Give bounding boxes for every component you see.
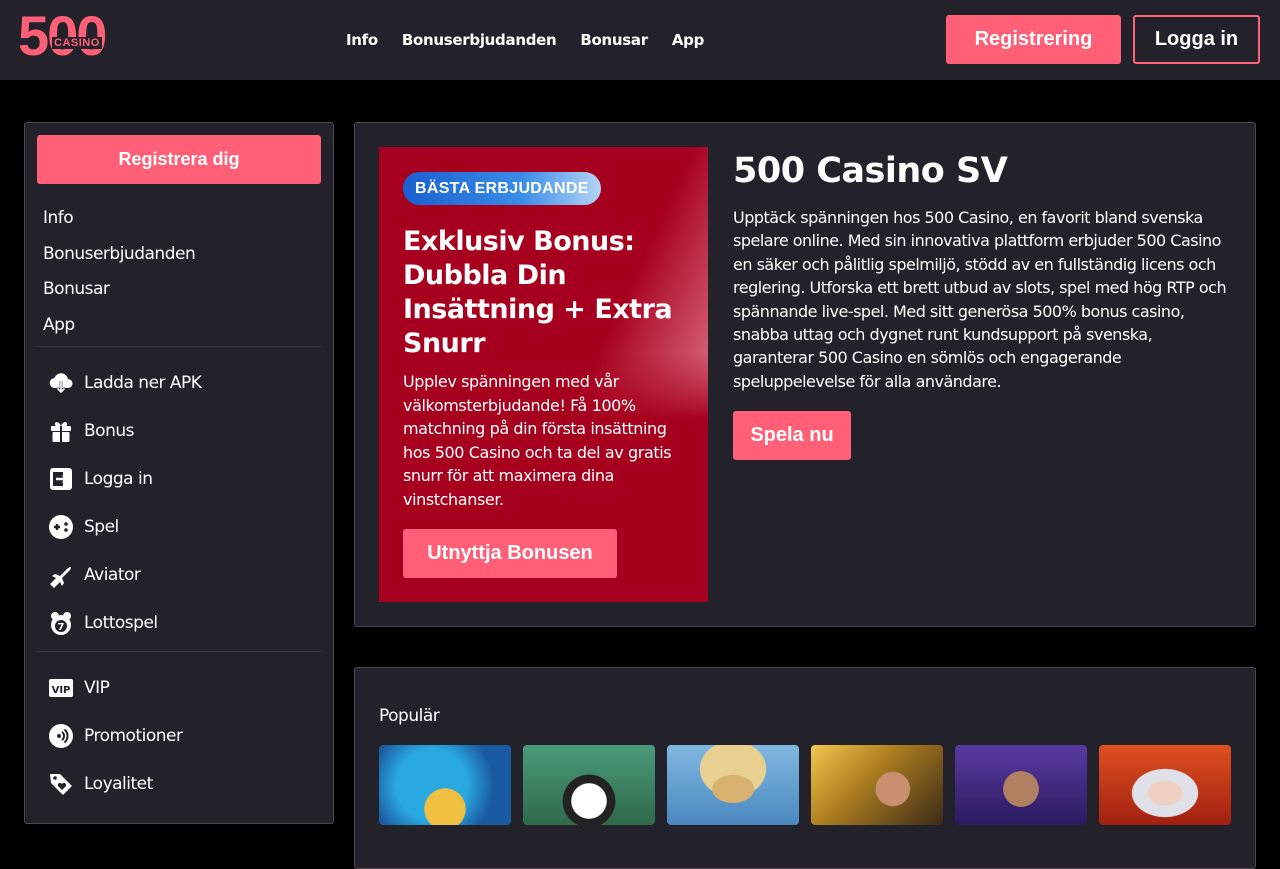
sidebar-link-bonusar[interactable]: Bonusar <box>43 278 195 314</box>
gift-icon <box>47 417 75 445</box>
loyalty-tag-icon <box>47 770 75 798</box>
game-thumbnails <box>379 745 1231 825</box>
promo-title: Exklusiv Bonus: Dubbla Din Insättning + … <box>403 226 673 359</box>
page-title: 500 Casino SV <box>733 151 1008 191</box>
menu-label: Lottospel <box>84 613 158 633</box>
nav-link-app[interactable]: App <box>672 31 704 49</box>
section-title: Populär <box>379 706 440 726</box>
promo-description: Upplev spänningen med vår välkomsterbjud… <box>403 372 672 509</box>
game-thumbnail[interactable] <box>667 745 799 825</box>
menu-label: Loyalitet <box>84 774 153 794</box>
menu-label: VIP <box>84 678 110 698</box>
sidebar-item-loyalitet[interactable]: Loyalitet <box>47 760 182 808</box>
login-icon <box>47 465 75 493</box>
login-button[interactable]: Logga in <box>1133 15 1260 64</box>
hero-description: Upptäck spänningen hos 500 Casino, en fa… <box>733 208 1227 391</box>
register-button[interactable]: Registrering <box>946 15 1121 64</box>
vip-icon: VIP <box>47 674 75 702</box>
nav-link-bonuserbjudanden[interactable]: Bonuserbjudanden <box>402 31 557 49</box>
game-thumbnail[interactable] <box>811 745 943 825</box>
sidebar-register-button[interactable]: Registrera dig <box>37 135 321 184</box>
sidebar-item-promotioner[interactable]: Promotioner <box>47 712 183 760</box>
casino-logo[interactable]: 500 CASINO <box>18 6 107 68</box>
menu-label: Promotioner <box>84 726 183 746</box>
popular-section: Populär <box>354 667 1256 869</box>
menu-label: Ladda ner APK <box>84 373 202 393</box>
sidebar: Registrera dig Info Bonuserbjudanden Bon… <box>24 122 334 824</box>
nav-link-info[interactable]: Info <box>346 31 378 49</box>
promo-card: BÄSTA ERBJUDANDE Exklusiv Bonus: Dubbla … <box>379 147 708 602</box>
sidebar-link-bonuserbjudanden[interactable]: Bonuserbjudanden <box>43 243 196 279</box>
promotion-icon <box>47 722 75 750</box>
sidebar-item-vip[interactable]: VIP VIP <box>47 664 182 712</box>
game-thumbnail[interactable] <box>1099 745 1231 825</box>
svg-text:VIP: VIP <box>52 685 71 696</box>
sidebar-menu: Ladda ner APK Bonus Logga in Spel Aviato… <box>47 359 202 647</box>
game-thumbnail[interactable] <box>955 745 1087 825</box>
game-thumbnail[interactable] <box>523 745 655 825</box>
sidebar-link-info[interactable]: Info <box>43 207 195 243</box>
top-nav: Info Bonuserbjudanden Bonusar App <box>346 31 704 49</box>
sidebar-divider <box>37 346 321 347</box>
sidebar-link-app[interactable]: App <box>43 314 195 350</box>
top-header: 500 CASINO Info Bonuserbjudanden Bonusar… <box>0 0 1280 80</box>
download-cloud-icon <box>47 369 75 397</box>
sidebar-item-download-apk[interactable]: Ladda ner APK <box>47 359 202 407</box>
game-thumbnail[interactable] <box>379 745 511 825</box>
logo-number: 500 <box>18 4 107 67</box>
sidebar-item-aviator[interactable]: Aviator <box>47 551 201 599</box>
sidebar-menu-secondary: VIP VIP Promotioner Loyalitet <box>47 664 183 808</box>
logo-wordmark: CASINO <box>52 37 102 49</box>
plane-icon <box>47 561 75 589</box>
best-offer-badge: BÄSTA ERBJUDANDE <box>403 172 601 205</box>
menu-label: Aviator <box>84 565 141 585</box>
hero-section: BÄSTA ERBJUDANDE Exklusiv Bonus: Dubbla … <box>354 122 1256 627</box>
nav-link-bonusar[interactable]: Bonusar <box>580 31 648 49</box>
menu-label: Logga in <box>84 469 153 489</box>
sidebar-item-bonus[interactable]: Bonus <box>47 407 201 455</box>
sidebar-divider <box>37 651 321 652</box>
play-now-button[interactable]: Spela nu <box>733 411 851 460</box>
sidebar-item-login[interactable]: Logga in <box>47 455 201 503</box>
lottery-icon: 7 <box>47 609 75 637</box>
menu-label: Bonus <box>84 421 134 441</box>
menu-label: Spel <box>84 517 119 537</box>
gamepad-icon <box>47 513 75 541</box>
sidebar-item-spel[interactable]: Spel <box>47 503 201 551</box>
sidebar-links: Info Bonuserbjudanden Bonusar App <box>43 207 196 350</box>
sidebar-item-lottospel[interactable]: 7 Lottospel <box>47 599 201 647</box>
claim-bonus-button[interactable]: Utnyttja Bonusen <box>403 529 617 578</box>
svg-text:7: 7 <box>58 622 65 633</box>
